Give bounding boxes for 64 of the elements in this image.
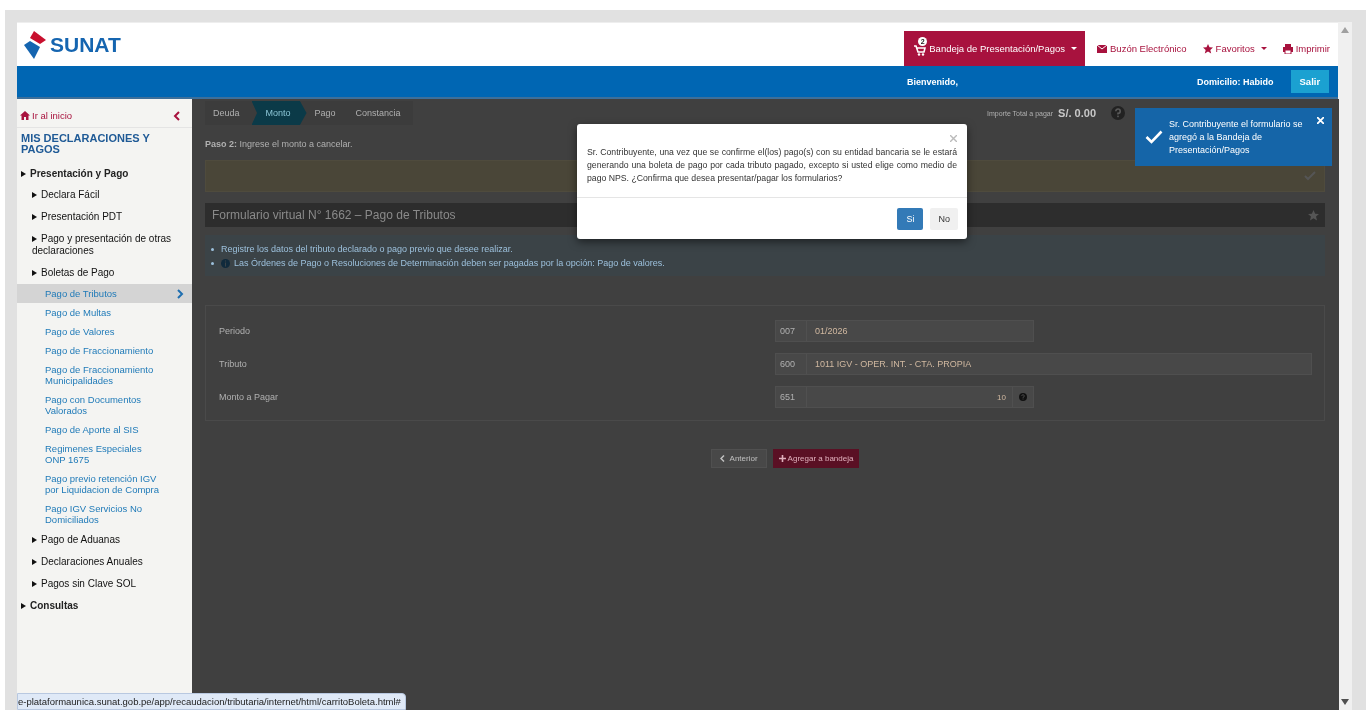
check-icon bbox=[1145, 130, 1163, 144]
menu-link[interactable]: Pago de Aporte al SIS bbox=[17, 420, 192, 439]
back-button[interactable]: Anterior bbox=[710, 449, 767, 468]
star-icon bbox=[1202, 43, 1213, 54]
menu-link[interactable]: Pago de Fraccionamiento bbox=[17, 341, 192, 360]
menu-item[interactable]: Presentación PDT bbox=[17, 206, 192, 228]
menu-link[interactable]: Pago IGV Servicios No Domiciliados bbox=[17, 499, 192, 529]
add-to-tray-button[interactable]: Agregar a bandeja bbox=[772, 449, 860, 468]
nav-link[interactable]: Buzón Electrónico bbox=[1089, 31, 1195, 66]
domicile-status: Domicilio: Habido bbox=[1197, 76, 1274, 87]
field-label: Monto a Pagar bbox=[219, 392, 280, 402]
note-text: Las Órdenes de Pago o Resoluciones de Determinación deben ser pagadas por la opción: Pago de valores. bbox=[234, 258, 665, 268]
logout-button[interactable]: Salir bbox=[1290, 70, 1330, 93]
collapse-icon[interactable] bbox=[173, 110, 180, 121]
menu-item[interactable]: Pago de Aduanas bbox=[17, 529, 192, 551]
check-icon bbox=[1304, 171, 1316, 181]
menu-link[interactable]: Pago previo retención IGV por Liquidacion de Compra bbox=[17, 469, 192, 499]
caret-icon bbox=[1071, 47, 1078, 50]
help-icon[interactable] bbox=[1111, 106, 1125, 120]
nav-link[interactable]: Favoritos bbox=[1194, 31, 1275, 66]
form-title: Formulario virtual N° 1662 – Pago de Tributos bbox=[212, 208, 456, 222]
caret-icon bbox=[1260, 47, 1267, 50]
chevron-left-icon bbox=[719, 455, 725, 462]
plus-icon bbox=[778, 455, 786, 462]
toast-message: Sr. Contribuyente el formulario se agregó a la Bandeja de Presentación/Pagos bbox=[1169, 117, 1304, 157]
step-tab[interactable]: Constancia bbox=[347, 101, 413, 125]
menu-link[interactable]: Pago de Tributos bbox=[17, 284, 192, 303]
menu-item[interactable]: Declara Fácil bbox=[17, 184, 192, 206]
menu-item[interactable]: Pagos sin Clave SOL bbox=[17, 573, 192, 595]
nav-link[interactable]: Imprimir bbox=[1274, 31, 1338, 66]
menu-link[interactable]: Pago de Fraccionamiento Municipalidades bbox=[17, 360, 192, 390]
dialog-button[interactable]: Si bbox=[897, 208, 924, 230]
step-tab[interactable]: Monto bbox=[251, 101, 307, 125]
step-tab[interactable]: Pago bbox=[306, 101, 348, 125]
logo-text: SUNAT bbox=[50, 32, 121, 57]
step-tab[interactable]: Deuda bbox=[205, 101, 252, 125]
dialog-message: Sr. Contribuyente, una vez que se confirme el(los) pago(s) con su entidad bancaria se le estará generando una boleta de pago por cada tributo pagado, excepto si usted elige como medio de pago NPS. ¿Confirma que desea presentar/pagar los formularios? bbox=[577, 124, 967, 198]
menu-link[interactable]: Pago de Multas bbox=[17, 303, 192, 322]
status-url: e-plataformaunica.sunat.gob.pe/app/recaudacion/tributaria/internet/html/carritoBoleta.html# bbox=[17, 693, 406, 710]
section-title: MIS DECLARACIONES Y PAGOS bbox=[20, 131, 151, 157]
logo-icon bbox=[22, 29, 48, 60]
menu-link[interactable]: Pago con Documentos Valorados bbox=[17, 390, 192, 420]
field-label: Tributo bbox=[219, 359, 248, 369]
menu-item[interactable]: Boletas de Pago bbox=[17, 262, 192, 284]
menu-link[interactable]: Pago de Valores bbox=[17, 322, 192, 341]
dialog-button[interactable]: No bbox=[930, 208, 958, 230]
welcome-text: Bienvenido, bbox=[907, 76, 958, 87]
printer-icon bbox=[1282, 43, 1293, 54]
menu-link[interactable]: Regimenes Especiales ONP 1675 bbox=[17, 439, 192, 469]
total-amount: S/. 0.00 bbox=[1058, 107, 1096, 119]
home-icon bbox=[20, 111, 30, 120]
instruction-text: Paso 2: Ingrese el monto a cancelar. bbox=[205, 138, 353, 149]
field-label: Periodo bbox=[219, 326, 252, 336]
home-link[interactable]: Ir al inicio bbox=[20, 110, 73, 121]
menu-group[interactable]: Consultas bbox=[17, 595, 192, 616]
menu-item[interactable]: Declaraciones Anuales bbox=[17, 551, 192, 573]
cart-icon bbox=[914, 44, 927, 56]
info-icon bbox=[221, 258, 230, 268]
envelope-icon bbox=[1097, 44, 1108, 53]
chevron-right-icon bbox=[177, 288, 184, 299]
menu-group[interactable]: Presentación y Pago bbox=[17, 163, 192, 184]
star-icon[interactable] bbox=[1308, 209, 1319, 221]
menu-item[interactable]: Pago y presentación de otras declaraciones bbox=[17, 228, 192, 262]
note-text: Registre los datos del tributo declarado o pago previo que desee realizar. bbox=[221, 244, 513, 254]
